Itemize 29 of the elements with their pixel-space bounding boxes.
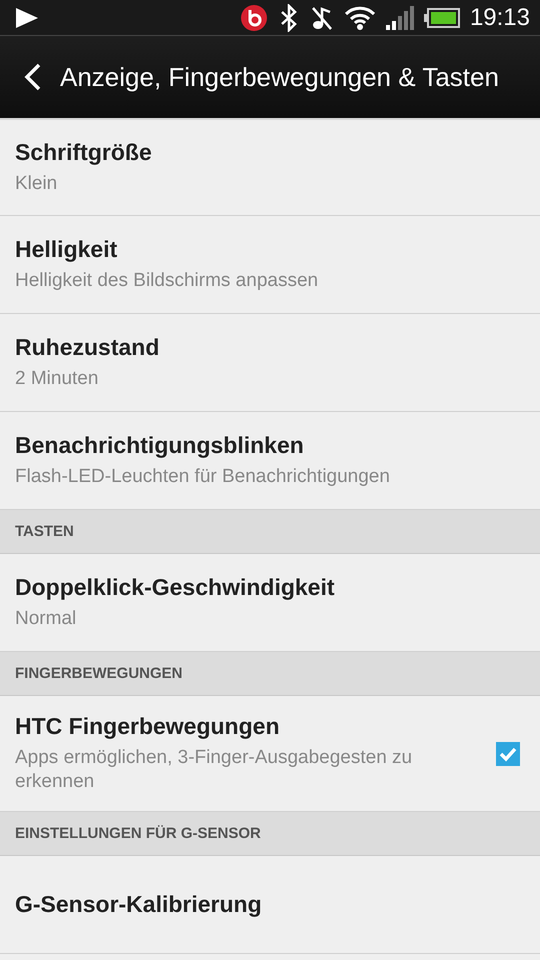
section-header: EINSTELLUNGEN FÜR G-SENSOR: [0, 812, 540, 856]
section-header: FINGERBEWEGUNGEN: [0, 652, 540, 696]
checkbox[interactable]: [496, 742, 520, 766]
item-subtitle: Helligkeit des Bildschirms anpassen: [15, 269, 320, 293]
item-title: Doppelklick-Geschwindigkeit: [15, 574, 336, 601]
item-subtitle: Normal: [15, 607, 78, 631]
item-title: Benachrichtigungsblinken: [15, 432, 305, 459]
signal-icon: [386, 6, 414, 30]
play-icon: [16, 8, 38, 28]
settings-item[interactable]: G-Sensor-Kalibrierung: [0, 856, 540, 954]
clock-time: 19:13: [470, 4, 530, 32]
screen-title: Anzeige, Fingerbewegungen & Tasten: [60, 62, 499, 92]
item-title: Ruhezustand: [15, 334, 160, 361]
settings-item[interactable]: Schriftgröße Klein: [0, 118, 540, 216]
item-subtitle: Klein: [15, 172, 58, 196]
item-title: Helligkeit: [15, 236, 118, 263]
item-title: Schriftgröße: [15, 139, 153, 166]
section-header: TASTEN: [0, 510, 540, 554]
headphones-logo-icon: [240, 4, 268, 32]
wifi-icon: [344, 4, 376, 30]
battery-icon: [424, 8, 460, 28]
item-subtitle: 2 Minuten: [15, 367, 100, 391]
settings-item[interactable]: Ruhezustand 2 Minuten: [0, 314, 540, 412]
item-subtitle: Flash-LED-Leuchten für Benachrichtigungen: [15, 465, 391, 489]
item-title: HTC Fingerbewegungen: [15, 713, 280, 740]
settings-item[interactable]: Helligkeit Helligkeit des Bildschirms anpassen: [0, 216, 540, 314]
muted-note-icon: [310, 4, 334, 30]
item-title: G-Sensor-Kalibrierung: [15, 891, 263, 918]
item-subtitle: Apps ermöglichen, 3-Finger-Ausgabegesten zu erkennen: [15, 746, 414, 794]
